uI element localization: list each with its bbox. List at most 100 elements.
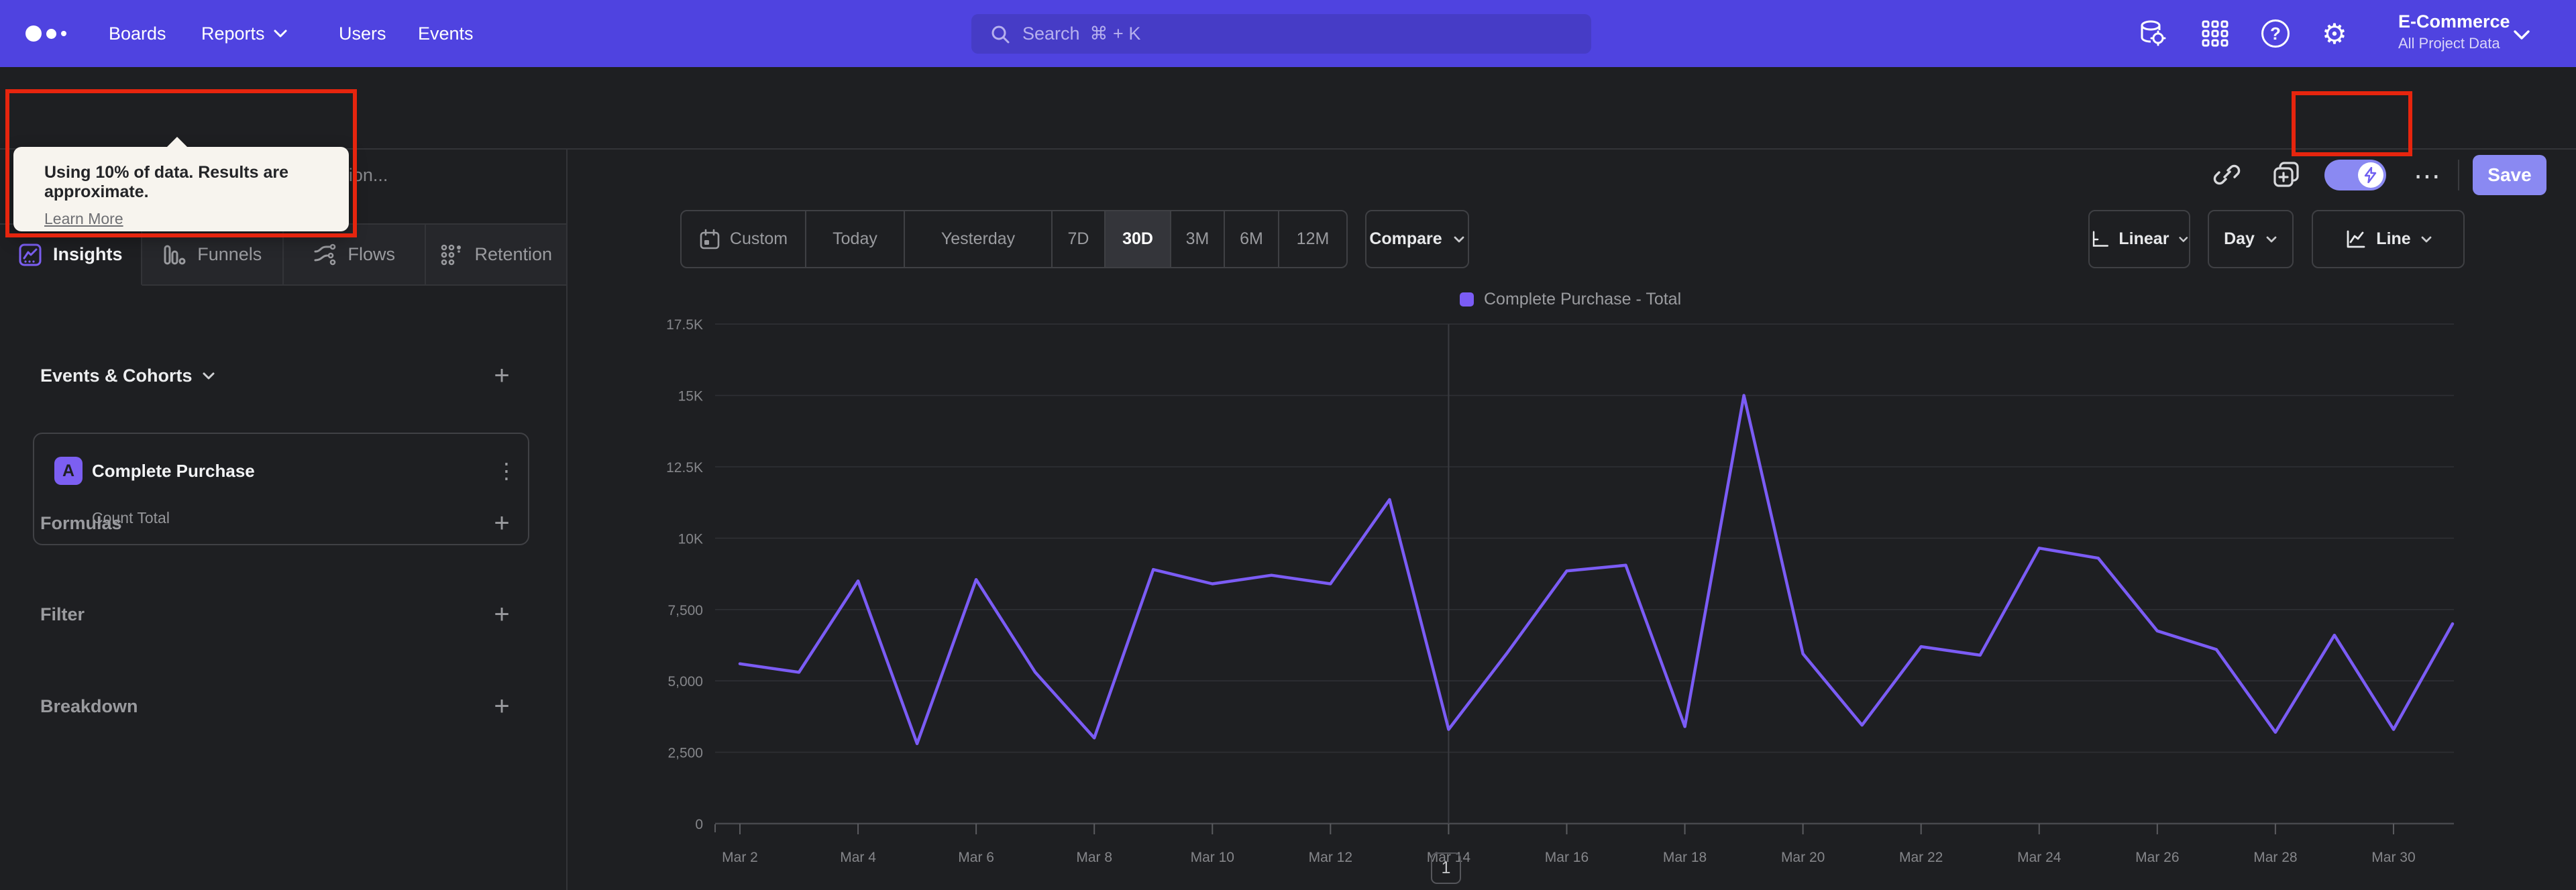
mixpanel-logo-icon[interactable] [25, 0, 66, 67]
svg-text:15K: 15K [678, 389, 703, 404]
project-name: E-Commerce [2398, 11, 2510, 32]
funnels-icon [164, 245, 186, 264]
interval-dropdown[interactable]: Day [2208, 210, 2294, 268]
formulas-label: Formulas [40, 513, 122, 533]
range-3m[interactable]: 3M [1171, 211, 1225, 267]
chevron-down-icon [1454, 236, 1464, 242]
svg-text:2,500: 2,500 [667, 746, 703, 761]
project-selector[interactable]: E-Commerce All Project Data [2398, 11, 2510, 52]
interval-label: Day [2224, 229, 2255, 248]
toggle-knob [2358, 162, 2383, 188]
logo-dot [46, 28, 56, 39]
range-30d-label: 30D [1122, 229, 1153, 248]
chart-type-dropdown[interactable]: Line [2312, 210, 2465, 268]
save-button[interactable]: Save [2473, 155, 2546, 195]
nav-users[interactable]: Users [339, 0, 386, 67]
svg-text:Mar 10: Mar 10 [1191, 850, 1234, 865]
report-header: Untitled Sampled + Add description... [0, 67, 2576, 195]
filter-label: Filter [40, 604, 85, 624]
chevron-down-icon [274, 30, 287, 38]
svg-text:Mar 12: Mar 12 [1309, 850, 1352, 865]
settings-gear-icon[interactable]: ⚙ [2314, 0, 2355, 67]
calendar-icon [700, 229, 720, 249]
range-today-label: Today [833, 229, 877, 248]
svg-text:Mar 18: Mar 18 [1663, 850, 1707, 865]
tab-retention-label: Retention [474, 244, 553, 264]
range-6m[interactable]: 6M [1225, 211, 1279, 267]
svg-text:10K: 10K [678, 531, 703, 547]
range-yesterday-label: Yesterday [941, 229, 1016, 248]
add-formula-button[interactable]: + [487, 508, 517, 538]
report-type-tabs: Insights Funnels Flows Retention [0, 223, 566, 286]
range-6m-label: 6M [1240, 229, 1263, 248]
chart-legend[interactable]: Complete Purchase - Total [1460, 290, 1681, 309]
range-custom-label: Custom [729, 229, 788, 248]
compare-dropdown[interactable]: Compare [1365, 210, 1469, 268]
divider [2458, 160, 2459, 190]
page-indicator[interactable]: 1 [1431, 852, 1461, 884]
logo-dot [25, 25, 42, 42]
nav-events-label: Events [418, 23, 474, 44]
add-filter-button[interactable]: + [487, 600, 517, 629]
nav-boards[interactable]: Boards [109, 0, 166, 67]
event-name: Complete Purchase [92, 461, 255, 481]
add-to-board-icon[interactable] [2271, 160, 2302, 190]
add-event-button[interactable]: + [487, 361, 517, 390]
lightning-bolt-icon [2364, 167, 2377, 183]
insights-icon [19, 243, 42, 266]
range-7d[interactable]: 7D [1053, 211, 1106, 267]
event-series-badge: A [54, 457, 83, 485]
legend-label: Complete Purchase - Total [1484, 290, 1682, 309]
svg-text:Mar 30: Mar 30 [2371, 850, 2415, 865]
add-breakdown-button[interactable]: + [487, 691, 517, 721]
events-cohorts-label: Events & Cohorts [40, 366, 193, 386]
linear-axis-icon [2092, 231, 2109, 247]
tab-insights[interactable]: Insights [0, 225, 142, 286]
line-chart-icon [2347, 230, 2365, 247]
range-custom[interactable]: Custom [682, 211, 806, 267]
copy-link-icon[interactable] [2212, 161, 2241, 189]
kebab-menu-icon[interactable]: ⋮ [496, 458, 517, 484]
nav-reports[interactable]: Reports [201, 0, 288, 67]
tab-flows[interactable]: Flows [284, 225, 426, 284]
range-30d[interactable]: 30D [1106, 211, 1171, 267]
svg-text:5,000: 5,000 [667, 674, 703, 689]
tooltip-arrow [166, 137, 188, 148]
svg-text:Mar 24: Mar 24 [2017, 850, 2061, 865]
retention-icon [441, 244, 462, 265]
tab-insights-label: Insights [52, 244, 123, 264]
nav-events[interactable]: Events [418, 0, 474, 67]
more-menu-button[interactable]: ⋯ [2414, 161, 2440, 192]
apps-grid-icon[interactable] [2195, 0, 2235, 67]
svg-text:Mar 28: Mar 28 [2253, 850, 2297, 865]
sampling-toggle[interactable] [2324, 160, 2386, 190]
breakdown-label: Breakdown [40, 696, 138, 716]
events-cohorts-header[interactable]: Events & Cohorts [40, 366, 215, 386]
search-input[interactable] [1022, 23, 1559, 44]
top-nav: Boards Reports Users Events Search ⌘ + K… [0, 0, 2576, 67]
range-3m-label: 3M [1185, 229, 1210, 248]
svg-text:Mar 8: Mar 8 [1076, 850, 1112, 865]
project-chevron-down-icon[interactable] [2513, 30, 2530, 40]
scale-dropdown[interactable]: Linear [2088, 210, 2190, 268]
chart-type-label: Line [2376, 229, 2411, 248]
svg-text:Mar 6: Mar 6 [958, 850, 994, 865]
range-yesterday[interactable]: Yesterday [905, 211, 1053, 267]
search-bar[interactable] [971, 14, 1591, 54]
svg-text:Mar 4: Mar 4 [840, 850, 876, 865]
project-scope: All Project Data [2398, 35, 2500, 52]
flows-icon [314, 243, 336, 265]
tab-retention[interactable]: Retention [425, 225, 566, 284]
logo-dot [61, 31, 66, 36]
compare-label: Compare [1369, 229, 1442, 248]
tab-funnels-label: Funnels [197, 244, 262, 264]
range-today[interactable]: Today [806, 211, 905, 267]
range-12m[interactable]: 12M [1279, 211, 1346, 267]
help-icon[interactable]: ? [2255, 0, 2296, 67]
tab-funnels[interactable]: Funnels [142, 225, 284, 284]
range-12m-label: 12M [1296, 229, 1330, 248]
svg-text:Mar 2: Mar 2 [722, 850, 758, 865]
app-root: 0 2,500 5,000 7,500 10K 12.5K 15K 17.5K Mar 2 Mar… [0, 0, 2576, 890]
data-management-icon[interactable] [2132, 0, 2172, 67]
learn-more-link[interactable]: Learn More [44, 210, 123, 228]
